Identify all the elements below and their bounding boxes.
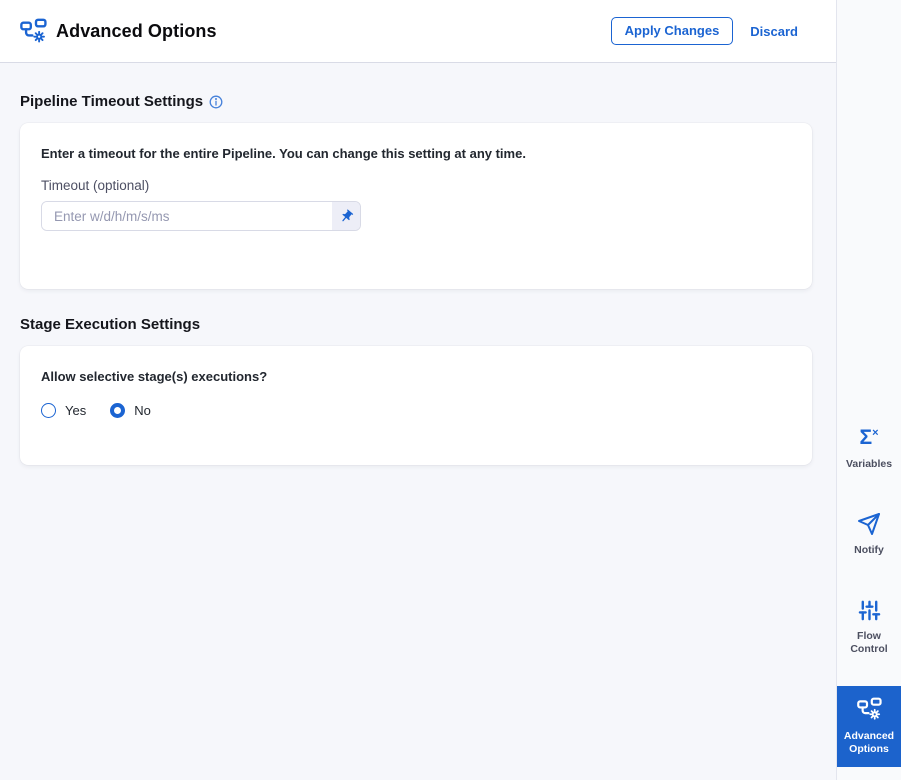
radio-option-no[interactable]: No (110, 403, 151, 418)
advanced-options-content: Pipeline Timeout Settings Enter a timeou… (0, 63, 836, 780)
header-title-group: Advanced Options (20, 18, 217, 45)
sidebar-item-flow-control[interactable]: Flow Control (837, 588, 901, 667)
pin-icon[interactable] (332, 202, 360, 230)
info-icon[interactable] (209, 95, 223, 109)
selective-stage-radio-group: Yes No (41, 403, 791, 442)
discard-link[interactable]: Discard (748, 20, 800, 43)
timeout-field-label: Timeout (optional) (41, 178, 150, 193)
panel-header: Advanced Options Apply Changes Discard (0, 0, 836, 63)
timeout-input-group (41, 201, 361, 231)
sigma-x-icon: Σ × (859, 426, 879, 450)
selective-stage-question: Allow selective stage(s) executions? (41, 369, 268, 384)
radio-yes-label: Yes (65, 403, 87, 418)
radio-option-yes[interactable]: Yes (41, 403, 86, 418)
sidebar-item-label: Notify (854, 544, 884, 557)
right-sidebar: Σ × Variables Notify Flow Control Advanc… (836, 0, 901, 780)
stage-execution-section-head: Stage Execution Settings (20, 316, 812, 333)
sidebar-item-variables[interactable]: Σ × Variables (837, 415, 901, 482)
paper-plane-icon (857, 512, 881, 536)
timeout-input[interactable] (42, 202, 332, 230)
stage-execution-card: Allow selective stage(s) executions? Yes… (20, 346, 812, 465)
pipeline-gear-icon (856, 697, 882, 722)
pipeline-timeout-section-title: Pipeline Timeout Settings (20, 93, 204, 110)
radio-yes-circle[interactable] (41, 403, 56, 418)
header-actions: Apply Changes Discard (610, 17, 800, 45)
sidebar-item-label: Flow Control (850, 629, 888, 655)
pipeline-timeout-card: Enter a timeout for the entire Pipeline.… (20, 123, 812, 289)
sidebar-item-advanced-options[interactable]: Advanced Options (837, 685, 901, 767)
apply-changes-button[interactable]: Apply Changes (610, 17, 734, 45)
sliders-icon (858, 599, 881, 622)
pipeline-gear-icon (20, 18, 47, 45)
sidebar-nav: Σ × Variables Notify Flow Control Advanc… (837, 415, 901, 780)
sidebar-item-label: Variables (845, 458, 893, 471)
page-title: Advanced Options (56, 20, 217, 41)
stage-execution-section-title: Stage Execution Settings (20, 316, 201, 333)
sidebar-item-notify[interactable]: Notify (837, 501, 901, 568)
sidebar-item-label: Advanced Options (843, 729, 895, 755)
timeout-description: Enter a timeout for the entire Pipeline.… (41, 146, 526, 161)
pipeline-timeout-section-head: Pipeline Timeout Settings (20, 93, 812, 110)
main-panel: Advanced Options Apply Changes Discard P… (0, 0, 836, 780)
radio-no-circle[interactable] (110, 403, 126, 418)
radio-no-label: No (134, 403, 151, 418)
